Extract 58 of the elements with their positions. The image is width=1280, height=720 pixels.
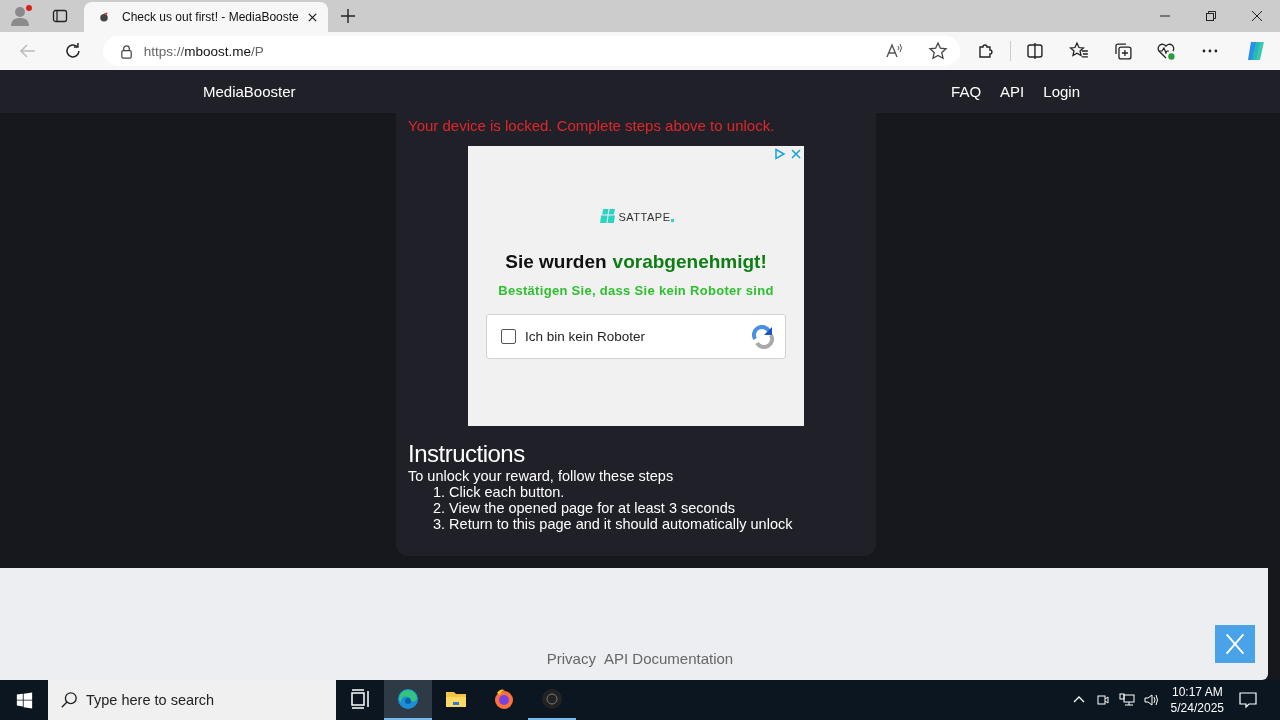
firefox-icon [492,687,516,711]
nav-link[interactable]: Login [1043,83,1080,100]
logo-icon [598,208,616,225]
task-view-icon [348,687,372,711]
profile-icon[interactable] [10,4,34,28]
step-text: Return to this page and it should automatically unlock [449,516,793,532]
tab-actions-icon[interactable] [52,8,68,24]
camera-icon[interactable] [1094,692,1111,708]
nav-link[interactable]: API [1000,83,1025,100]
checkbox-label: Ich bin kein Roboter [525,329,646,344]
network-icon[interactable] [1118,692,1135,708]
site-brand[interactable]: MediaBooster [203,83,296,100]
locked-message: Your device is locked. Complete steps above to unlock. [408,117,776,134]
favicon-icon [98,11,110,23]
instructions-intro: To unlock your reward, follow these steps [408,468,675,484]
health-icon[interactable] [1156,41,1177,61]
new-tab-icon[interactable] [339,8,356,24]
close-icon[interactable] [306,11,318,23]
footer-link[interactable]: API Documentation [603,650,734,667]
app-icon [540,687,564,711]
x-logo-icon [1223,632,1247,656]
split-screen-icon[interactable] [1024,41,1045,61]
step-text: Click each button. [449,484,565,500]
restore-icon[interactable] [1205,10,1217,22]
ad-heading-highlight: vorabgenehmigt! [612,251,767,273]
favorites-icon[interactable] [1068,41,1089,61]
lock-icon [118,43,134,59]
collections-icon[interactable] [1112,41,1133,61]
nav-link[interactable]: FAQ [951,83,982,100]
browser-tab[interactable]: Check us out first! - MediaBooste [84,2,328,32]
checkbox[interactable] [501,329,516,344]
tab-title: Check us out first! - MediaBooste [122,10,299,24]
clock[interactable]: 10:17 AM 5/24/2025 [1170,684,1224,716]
time-text: 10:17 AM [1171,684,1223,700]
step-number: 2. [433,500,446,516]
url-text: https://mboost.me/P [143,43,264,59]
edge-icon [396,687,420,711]
taskbar-search-field[interactable]: Type here to search [48,680,336,720]
star-icon[interactable] [927,41,948,61]
step-text: View the opened page for at least 3 seconds [449,500,735,516]
share-button[interactable] [1215,625,1255,663]
close-icon[interactable] [1251,10,1263,22]
step-number: 1. [433,484,446,500]
advertisement[interactable]: SATTAPE Sie wurden vorabgenehmigt! Bestätigen Sie, dass Sie kein Roboter sind Ich bin kein Roboter [468,146,804,426]
taskbar-app[interactable] [384,680,432,720]
instructions-title: Instructions [408,440,526,468]
recaptcha-icon [751,324,775,349]
notification-icon[interactable] [1238,690,1258,710]
ad-subheading: Bestätigen Sie, dass Sie kein Roboter sind [498,283,774,298]
volume-icon[interactable] [1142,692,1159,708]
logo-text: SATTAPE [618,210,671,223]
ad-heading: Sie wurden [505,251,607,273]
address-bar[interactable]: https://mboost.me/P [102,36,960,66]
footer-link[interactable]: Privacy [546,650,596,667]
start-icon[interactable] [16,691,33,709]
date-text: 5/24/2025 [1170,700,1224,716]
step-number: 3. [433,516,446,532]
search-icon [60,691,78,709]
